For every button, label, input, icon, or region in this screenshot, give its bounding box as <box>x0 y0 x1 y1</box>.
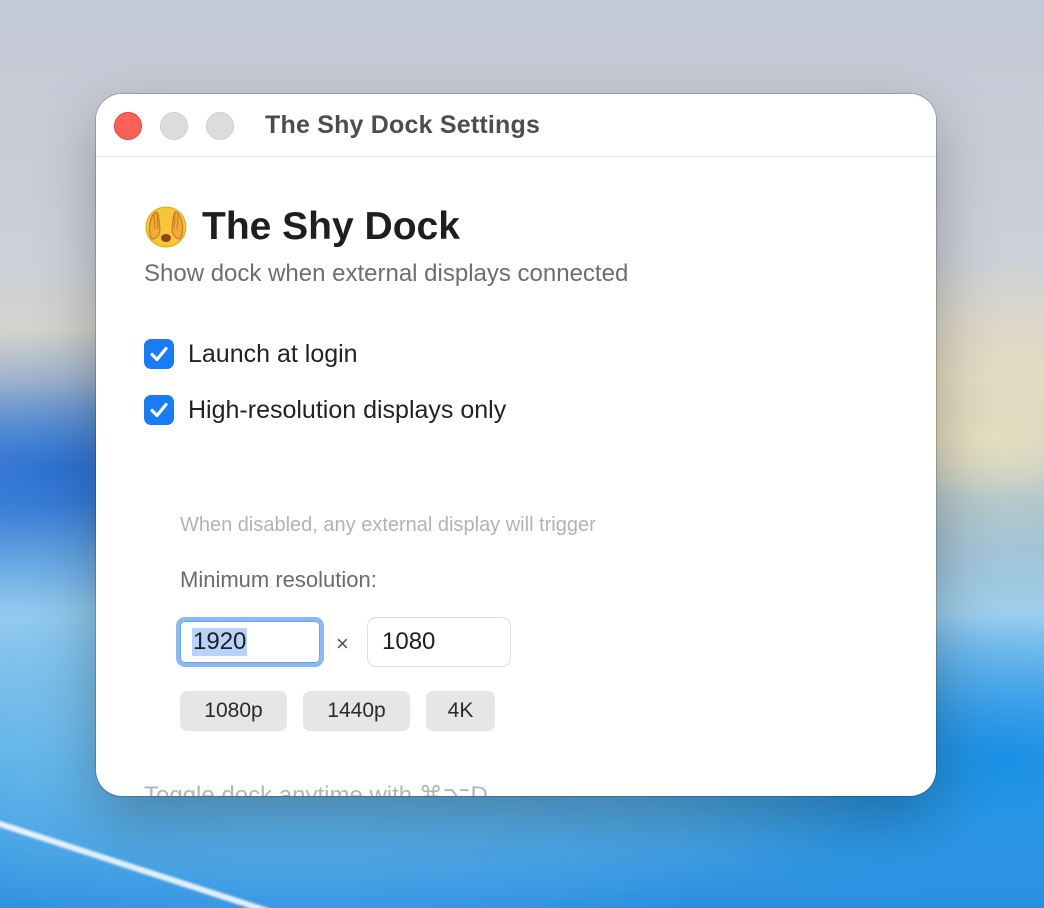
launch-at-login-checkbox[interactable] <box>144 339 174 369</box>
minimize-window-button[interactable] <box>160 112 188 140</box>
launch-at-login-option[interactable]: Launch at login <box>144 339 358 369</box>
height-input[interactable]: 1080 <box>367 617 511 667</box>
close-window-button[interactable] <box>114 112 142 140</box>
high-res-only-label: High-resolution displays only <box>188 395 507 424</box>
preset-1080p-button[interactable]: 1080p <box>180 691 287 731</box>
desktop-background: The Shy Dock Settings The Shy Dock Show … <box>0 0 1044 908</box>
app-header: The Shy Dock <box>144 205 460 249</box>
checkmark-icon <box>150 402 168 418</box>
launch-at-login-label: Launch at login <box>188 339 358 368</box>
high-res-only-checkbox[interactable] <box>144 395 174 425</box>
checkmark-icon <box>150 346 168 362</box>
window-title: The Shy Dock Settings <box>265 111 541 139</box>
app-subtitle: Show dock when external displays connect… <box>144 260 629 287</box>
minimum-resolution-label: Minimum resolution: <box>180 567 377 592</box>
zoom-window-button[interactable] <box>206 112 234 140</box>
app-title: The Shy Dock <box>202 205 460 248</box>
preset-4k-button[interactable]: 4K <box>426 691 495 731</box>
width-input[interactable]: 1920 <box>176 617 324 667</box>
preset-1440p-button[interactable]: 1440p <box>303 691 410 731</box>
times-separator: × <box>336 631 349 656</box>
face-with-hands-over-eyes-icon <box>145 206 187 248</box>
width-input-value: 1920 <box>192 628 248 656</box>
high-res-hint: When disabled, any external display will… <box>180 514 596 536</box>
title-bar[interactable]: The Shy Dock Settings <box>96 94 936 157</box>
wallpaper-streak <box>0 810 274 908</box>
toggle-shortcut-hint: Toggle dock anytime with ⌘⌥D <box>144 782 488 796</box>
high-res-only-option[interactable]: High-resolution displays only <box>144 395 506 425</box>
settings-window: The Shy Dock Settings The Shy Dock Show … <box>96 94 936 796</box>
height-input-value: 1080 <box>382 628 436 655</box>
